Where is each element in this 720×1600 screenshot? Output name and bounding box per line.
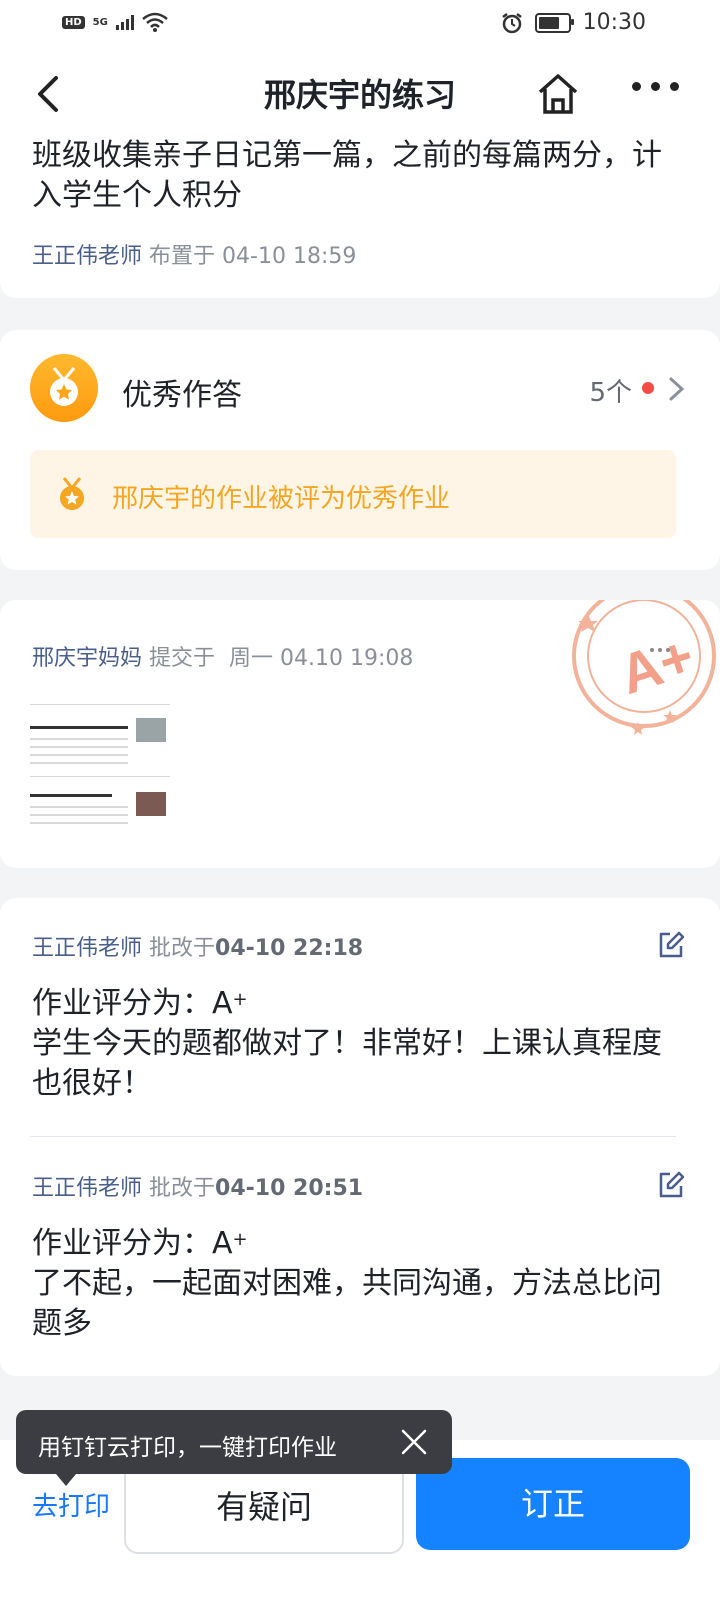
- edit-icon[interactable]: [656, 1170, 686, 1200]
- tooltip-arrow: [56, 1474, 76, 1486]
- battery-icon: [534, 12, 574, 33]
- page-title: 邢庆宇的练习: [263, 76, 456, 114]
- print-link[interactable]: 去打印: [32, 1486, 110, 1523]
- assignment-card: 班级收集亲子日记第一篇，之前的每篇两分，计入学生个人积分 王正伟老师 布置于 0…: [0, 120, 720, 298]
- review-item: 王正伟老师 批改于04-10 20:51 作业评分为：A+ 了不起，一起面对困难…: [32, 1170, 685, 1344]
- wifi-icon: [142, 12, 168, 32]
- submitted-time: 周一 04.10 19:08: [229, 646, 414, 671]
- excellent-answers-card[interactable]: 优秀作答 5个 邢庆宇的作业被评为优秀作业: [0, 330, 720, 570]
- stamp-more-icon[interactable]: [650, 648, 670, 652]
- score-label: 作业评分为：: [32, 986, 212, 1021]
- review-meta: 王正伟老师 批改于04-10 22:18: [32, 930, 682, 962]
- excellent-notice-text: 邢庆宇的作业被评为优秀作业: [112, 484, 451, 514]
- assigned-time: 04-10 18:59: [222, 244, 357, 269]
- review-meta: 王正伟老师 批改于04-10 20:51: [32, 1170, 682, 1202]
- score-grade-plus: +: [232, 1229, 248, 1250]
- submitter-name[interactable]: 邢庆宇妈妈: [32, 646, 142, 671]
- score-grade-plus: +: [232, 989, 248, 1010]
- alarm-icon: [501, 12, 522, 33]
- submission-card: 邢庆宇妈妈 提交于 周一 04.10 19:08 A+: [0, 600, 720, 868]
- excellent-count: 5个: [589, 378, 632, 408]
- review-body: 作业评分为：A+ 了不起，一起面对困难，共同沟通，方法总比问题多: [32, 1224, 682, 1344]
- tooltip-text: 用钉钉云打印，一键打印作业: [38, 1435, 337, 1461]
- review-action: 批改于: [149, 936, 216, 961]
- score-grade: A: [212, 1226, 233, 1261]
- status-left: HD 5G: [62, 12, 168, 32]
- hd-badge: HD: [62, 15, 85, 29]
- chevron-right-icon[interactable]: [668, 376, 686, 402]
- submission-meta: 邢庆宇妈妈 提交于 周一 04.10 19:08: [32, 640, 413, 672]
- assigning-teacher[interactable]: 王正伟老师: [32, 244, 142, 269]
- network-type: 5G: [92, 16, 108, 28]
- excellent-notice: 邢庆宇的作业被评为优秀作业: [30, 450, 676, 538]
- review-comment: 学生今天的题都做对了！非常好！上课认真程度也很好！: [32, 1026, 662, 1101]
- nav-bar: 邢庆宇的练习: [0, 48, 720, 136]
- score-grade: A: [212, 986, 233, 1021]
- signal-icon: [115, 14, 134, 30]
- review-time: 04-10 22:18: [215, 936, 364, 961]
- medal-icon: [30, 354, 98, 422]
- assignment-meta: 王正伟老师 布置于 04-10 18:59: [32, 238, 356, 270]
- grade-stamp: A+: [572, 600, 716, 735]
- edit-icon[interactable]: [656, 930, 686, 960]
- excellent-title: 优秀作答: [122, 378, 242, 413]
- submitted-prefix: 提交于: [149, 646, 216, 671]
- submission-image-thumbnail[interactable]: [28, 696, 172, 838]
- more-icon[interactable]: [632, 82, 679, 91]
- score-label: 作业评分为：: [32, 1226, 212, 1261]
- review-body: 作业评分为：A+ 学生今天的题都做对了！非常好！上课认真程度也很好！: [32, 984, 682, 1104]
- review-divider: [30, 1136, 676, 1137]
- review-action: 批改于: [149, 1176, 216, 1201]
- print-tooltip: 用钉钉云打印，一键打印作业: [16, 1410, 452, 1486]
- review-teacher[interactable]: 王正伟老师: [32, 936, 142, 961]
- home-icon[interactable]: [534, 70, 582, 118]
- assignment-text: 班级收集亲子日记第一篇，之前的每篇两分，计入学生个人积分: [32, 138, 662, 213]
- correct-button[interactable]: 订正: [416, 1458, 690, 1550]
- review-score: 作业评分为：A+: [32, 984, 682, 1024]
- review-time: 04-10 20:51: [215, 1176, 364, 1201]
- stamp-text: A+: [612, 624, 701, 707]
- question-button[interactable]: 有疑问: [124, 1460, 404, 1554]
- review-comment: 了不起，一起面对困难，共同沟通，方法总比问题多: [32, 1266, 662, 1341]
- review-teacher[interactable]: 王正伟老师: [32, 1176, 142, 1201]
- status-bar: HD 5G 10:30: [0, 0, 720, 48]
- reviews-card: 王正伟老师 批改于04-10 22:18 作业评分为：A+ 学生今天的题都做对了…: [0, 898, 720, 1376]
- review-item: 王正伟老师 批改于04-10 22:18 作业评分为：A+ 学生今天的题都做对了…: [32, 930, 685, 1104]
- clock-time: 10:30: [582, 10, 646, 35]
- close-icon[interactable]: [400, 1428, 428, 1456]
- assigned-prefix: 布置于: [149, 244, 216, 269]
- unread-dot: [642, 382, 654, 394]
- medal-small-icon: [60, 477, 84, 510]
- review-score: 作业评分为：A+: [32, 1224, 682, 1264]
- status-right: 10:30: [501, 10, 646, 35]
